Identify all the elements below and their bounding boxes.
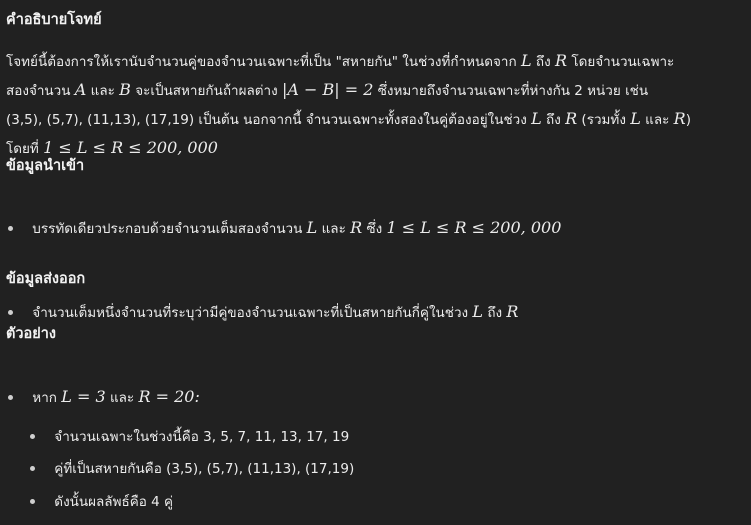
math-expression: 1 ≤ L ≤ R ≤ 200, 000 (43, 138, 218, 157)
bullet-icon (8, 394, 13, 400)
math-var: L (472, 302, 484, 321)
output-list-item: จำนวนเต็มหนึ่งจำนวนที่ระบุว่ามีคู่ของจำน… (6, 302, 518, 323)
description-line-4: โดยที่ 1 ≤ L ≤ R ≤ 200, 000 (6, 134, 746, 163)
description-paragraph: โจทย์นี้ต้องการให้เรานับจำนวนคู่ของจำนวน… (6, 47, 746, 163)
math-var: R (565, 109, 578, 128)
description-heading: คำอธิบายโจทย์ (6, 12, 102, 28)
example-sub-item: จำนวนเฉพาะในช่วงนี้คือ 3, 5, 7, 11, 13, … (30, 427, 349, 447)
text: โดยที่ (6, 141, 39, 157)
input-list-item: บรรทัดเดียวประกอบด้วยจำนวนเต็มสองจำนวน L… (6, 218, 561, 239)
math-expression: R = 20: (138, 387, 200, 406)
description-line-1: โจทย์นี้ต้องการให้เรานับจำนวนคู่ของจำนวน… (6, 47, 746, 76)
bullet-icon (8, 309, 13, 315)
example-sub-item: คู่ที่เป็นสหายกันคือ (3,5), (5,7), (11,1… (30, 459, 354, 479)
math-var: L (531, 109, 542, 128)
text: จำนวนเฉพาะในช่วงนี้คือ 3, 5, 7, 11, 13, … (54, 429, 350, 445)
text: ถึง (487, 305, 503, 321)
text: ดังนั้นผลลัพธ์คือ 4 คู่ (54, 494, 174, 510)
math-var: B (119, 80, 131, 99)
output-heading: ข้อมูลส่งออก (6, 271, 86, 287)
input-heading: ข้อมูลนำเข้า (6, 158, 85, 174)
text: และ (90, 83, 115, 99)
text: ซึ่ง (366, 221, 383, 237)
example-sub-item: ดังนั้นผลลัพธ์คือ 4 คู่ (30, 492, 173, 512)
problem-statement: คำอธิบายโจทย์ โจทย์นี้ต้องการให้เรานับจำ… (0, 0, 751, 525)
math-var: R (350, 218, 363, 237)
math-var: R (554, 51, 568, 70)
text: ถึง (535, 54, 551, 70)
text: และ (109, 390, 135, 406)
description-line-3: (3,5), (5,7), (11,13), (17,19) เป็นต้น น… (6, 105, 746, 134)
example-list-item: หาก L = 3 และ R = 20: (6, 387, 200, 408)
bullet-icon (30, 433, 35, 439)
text: โดยจำนวนเฉพาะ (571, 54, 675, 70)
bullet-icon (30, 465, 35, 471)
text: ซึ่งหมายถึงจำนวนเฉพาะที่ห่างกัน 2 หน่วย … (377, 83, 649, 99)
text: คู่ที่เป็นสหายกันคือ (3,5), (5,7), (11,1… (54, 461, 355, 477)
text: (3,5), (5,7), (11,13), (17,19) เป็นต้น น… (6, 112, 527, 128)
math-var: A (74, 80, 87, 99)
text: ) (685, 112, 691, 128)
text: และ (645, 112, 670, 128)
text: ถึง (546, 112, 561, 128)
math-expression: L = 3 (61, 387, 106, 406)
example-heading: ตัวอย่าง (6, 326, 56, 342)
text: และ (321, 221, 346, 237)
text: โจทย์นี้ต้องการให้เรานับจำนวนคู่ของจำนวน… (6, 54, 517, 70)
text: บรรทัดเดียวประกอบด้วยจำนวนเต็มสองจำนวน (32, 221, 303, 237)
math-var: R (506, 302, 519, 321)
math-expression: 1 ≤ L ≤ R ≤ 200, 000 (386, 218, 562, 237)
text: สองจำนวน (6, 83, 71, 99)
math-expression: |A − B| = 2 (282, 80, 374, 99)
text: (รวมทั้ง (581, 112, 626, 128)
bullet-icon (8, 225, 13, 231)
math-var: R (673, 109, 686, 128)
text: หาก (32, 390, 57, 406)
description-line-2: สองจำนวน A และ B จะเป็นสหายกันถ้าผลต่าง … (6, 76, 746, 105)
math-var: L (306, 218, 318, 237)
text: จำนวนเต็มหนึ่งจำนวนที่ระบุว่ามีคู่ของจำน… (32, 305, 469, 321)
math-var: L (630, 109, 641, 128)
math-var: L (520, 51, 532, 70)
text: จะเป็นสหายกันถ้าผลต่าง (135, 83, 278, 99)
bullet-icon (30, 498, 35, 504)
